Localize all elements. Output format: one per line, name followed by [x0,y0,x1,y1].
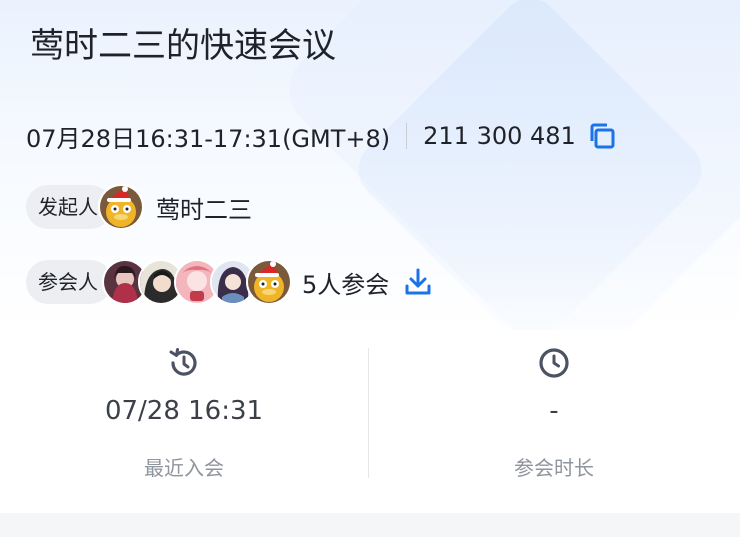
participant-avatar[interactable] [246,259,292,305]
footer-strip [0,513,740,537]
meeting-title: 莺时二三的快速会议 [30,26,336,66]
participant-count: 5人参会 [302,270,390,299]
last-join-label: 最近入会 [144,456,224,480]
clock-icon [537,346,571,380]
meeting-id[interactable]: 211 300 481 [423,122,576,150]
host-row: 发起人 莺时二三 [26,184,252,230]
stats-divider [368,348,369,478]
meta-separator [406,123,408,149]
meeting-time: 07月28日16:31-17:31(GMT+8) [26,124,391,153]
copy-icon[interactable] [588,122,616,150]
host-avatar[interactable] [98,184,144,230]
duration-stat: - 参会时长 [370,330,738,510]
duration-label: 参会时长 [514,456,594,480]
download-icon[interactable] [403,267,433,297]
last-join-value: 07/28 16:31 [104,396,264,426]
meeting-meta-row: 07月28日16:31-17:31(GMT+8) 211 300 481 [26,118,616,154]
duration-value: - [549,396,559,426]
participants-row: 参会人 5人参会 [26,259,433,305]
meeting-stats: 07/28 16:31 最近入会 - 参会时长 [0,330,740,510]
participants-label: 参会人 [26,260,112,304]
history-icon [167,346,201,380]
host-name: 莺时二三 [156,195,252,224]
last-join-stat: 07/28 16:31 最近入会 [0,330,368,510]
